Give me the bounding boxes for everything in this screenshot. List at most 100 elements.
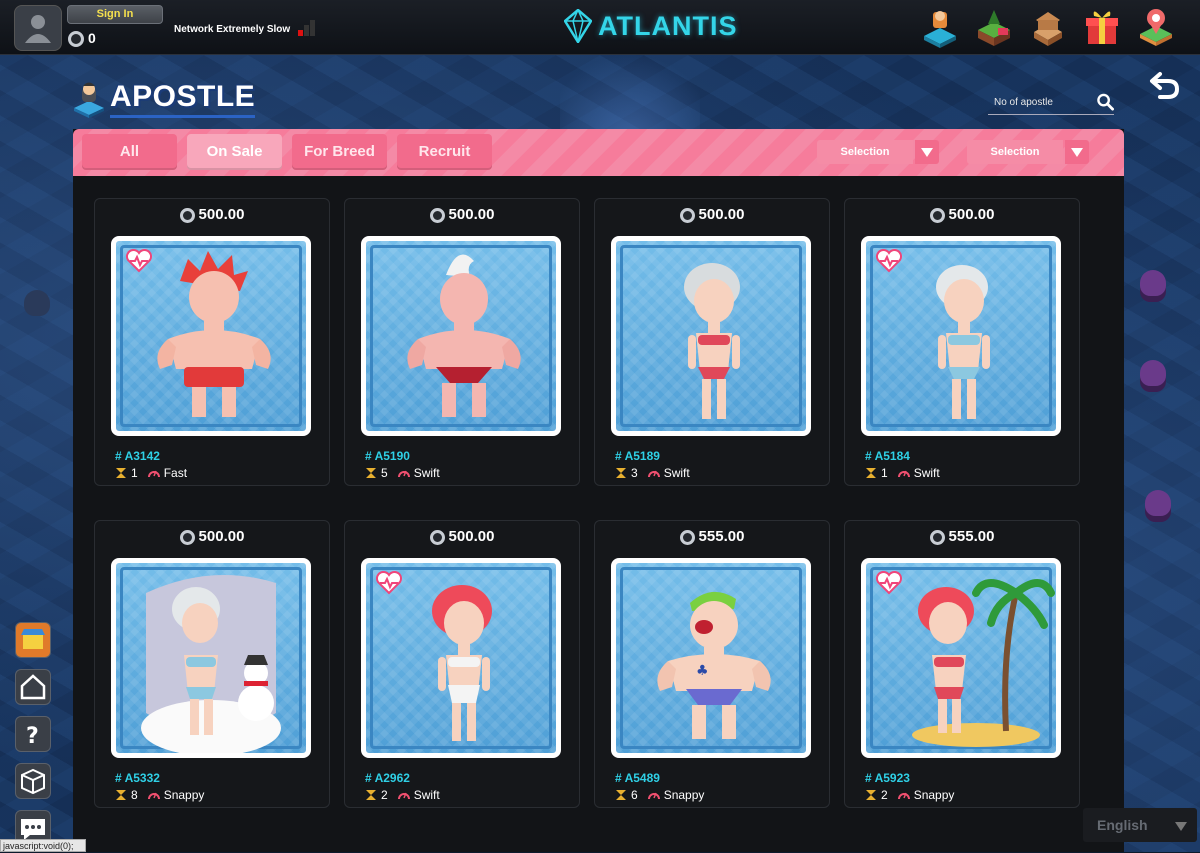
selection-dropdown-1[interactable]: Selection xyxy=(817,140,939,164)
price: 500.00 xyxy=(595,206,829,223)
svg-text:?: ? xyxy=(26,724,39,749)
apostle-panel: All On Sale For Breed Recruit Selection … xyxy=(73,129,1124,852)
page-title-text: APOSTLE xyxy=(110,80,256,118)
speed-icon xyxy=(897,470,910,478)
apostle-meta: 5 Swift xyxy=(365,466,440,480)
apostle-image[interactable] xyxy=(861,236,1061,436)
speed-value: Snappy xyxy=(163,788,205,802)
generation-value: 3 xyxy=(631,466,638,480)
apostle-id: # A3142 xyxy=(115,449,160,463)
network-status: Network Extremely Slow xyxy=(174,24,291,35)
generation-icon xyxy=(616,790,626,800)
apostle-id: # A5190 xyxy=(365,449,410,463)
generation-value: 2 xyxy=(381,788,388,802)
tab-all[interactable]: All xyxy=(82,134,177,170)
apostle-image[interactable] xyxy=(861,558,1061,758)
apostle-character xyxy=(684,263,740,419)
price-value: 500.00 xyxy=(198,206,245,223)
balance-value: 0 xyxy=(88,30,96,46)
apostle-id: # A5489 xyxy=(615,771,660,785)
land-icon[interactable] xyxy=(974,6,1014,48)
coin-icon xyxy=(68,31,84,48)
speed-value: Swift xyxy=(913,466,940,480)
speed-icon xyxy=(897,792,910,800)
shop-icon[interactable] xyxy=(15,622,51,658)
museum-icon[interactable] xyxy=(1028,6,1068,48)
apostle-meta: 3 Swift xyxy=(615,466,690,480)
apostle-image[interactable] xyxy=(611,236,811,436)
speed-icon xyxy=(647,470,660,478)
apostle-meta: 1 Fast xyxy=(115,466,187,480)
coin-icon xyxy=(179,529,195,545)
back-arrow-icon xyxy=(1150,72,1180,99)
top-bar: Sign In 0 Network Extremely Slow ATLANTI… xyxy=(0,0,1200,55)
apostle-card[interactable]: 500.00 # A5332 8 Snappy xyxy=(94,520,330,808)
apostle-image[interactable]: ♣ xyxy=(611,558,811,758)
generation-icon xyxy=(116,790,126,800)
search-bar xyxy=(988,90,1114,115)
apostle-card[interactable]: 555.00 # A5923 2 Snappy xyxy=(844,520,1080,808)
price-value: 500.00 xyxy=(448,206,495,223)
apostle-card[interactable]: 500.00 # A5190 5 Swift xyxy=(344,198,580,486)
background-tree xyxy=(24,290,50,316)
apostle-id: # A5332 xyxy=(115,771,160,785)
generation-value: 5 xyxy=(381,466,388,480)
apostle-character: ♣ xyxy=(657,591,771,739)
avatar[interactable] xyxy=(14,5,62,51)
home-icon[interactable] xyxy=(15,669,51,705)
tab-on-sale[interactable]: On Sale xyxy=(187,134,282,170)
apostle-card[interactable]: 500.00 # A5189 3 Swift xyxy=(594,198,830,486)
apostle-card[interactable]: 555.00 ♣ # A5489 6 Snappy xyxy=(594,520,830,808)
apostle-meta: 6 Snappy xyxy=(615,788,704,802)
apostle-image[interactable] xyxy=(111,236,311,436)
search-icon[interactable] xyxy=(1097,93,1114,111)
price: 500.00 xyxy=(345,206,579,223)
price-value: 500.00 xyxy=(198,528,245,545)
balance: 0 xyxy=(68,30,96,48)
generation-icon xyxy=(366,468,376,478)
gift-icon[interactable] xyxy=(1082,6,1122,48)
price: 500.00 xyxy=(95,206,329,223)
apostle-id: # A5184 xyxy=(865,449,910,463)
apostle-image[interactable] xyxy=(111,558,311,758)
chevron-down-icon[interactable] xyxy=(1065,140,1089,164)
speed-value: Swift xyxy=(663,466,690,480)
help-icon[interactable]: ? xyxy=(15,716,51,752)
top-icons xyxy=(920,6,1176,48)
price-value: 500.00 xyxy=(948,206,995,223)
apostle-icon[interactable] xyxy=(920,6,960,48)
speed-value: Snappy xyxy=(663,788,705,802)
heart-icon xyxy=(875,571,903,595)
language-select[interactable]: English xyxy=(1083,808,1197,842)
generation-icon xyxy=(866,790,876,800)
generation-icon xyxy=(116,468,126,478)
coin-icon xyxy=(679,529,695,545)
heart-icon xyxy=(875,249,903,273)
speed-value: Swift xyxy=(413,788,440,802)
apostle-image[interactable] xyxy=(361,236,561,436)
browser-status-bar: javascript:void(0); xyxy=(0,839,86,852)
price-value: 500.00 xyxy=(698,206,745,223)
selection-label: Selection xyxy=(817,140,913,164)
generation-value: 8 xyxy=(131,788,138,802)
apostle-card[interactable]: 500.00 # A2962 2 Swift xyxy=(344,520,580,808)
apostle-card[interactable]: 500.00 # A5184 1 Swift xyxy=(844,198,1080,486)
box-icon[interactable] xyxy=(15,763,51,799)
sign-in-button[interactable]: Sign In xyxy=(67,5,163,24)
tab-for-breed[interactable]: For Breed xyxy=(292,134,387,170)
search-input[interactable] xyxy=(988,95,1091,109)
apostle-meta: 1 Swift xyxy=(865,466,940,480)
chevron-down-icon[interactable] xyxy=(915,140,939,164)
back-button[interactable] xyxy=(1148,70,1184,102)
map-pin-icon[interactable] xyxy=(1136,6,1176,48)
generation-value: 2 xyxy=(881,788,888,802)
price-value: 555.00 xyxy=(698,528,745,545)
speed-value: Snappy xyxy=(913,788,955,802)
logo[interactable]: ATLANTIS xyxy=(564,8,737,44)
selection-label: Selection xyxy=(967,140,1063,164)
coin-icon xyxy=(929,529,945,545)
apostle-card[interactable]: 500.00 # A3142 1 Fast xyxy=(94,198,330,486)
selection-dropdown-2[interactable]: Selection xyxy=(967,140,1089,164)
tab-recruit[interactable]: Recruit xyxy=(397,134,492,170)
apostle-image[interactable] xyxy=(361,558,561,758)
